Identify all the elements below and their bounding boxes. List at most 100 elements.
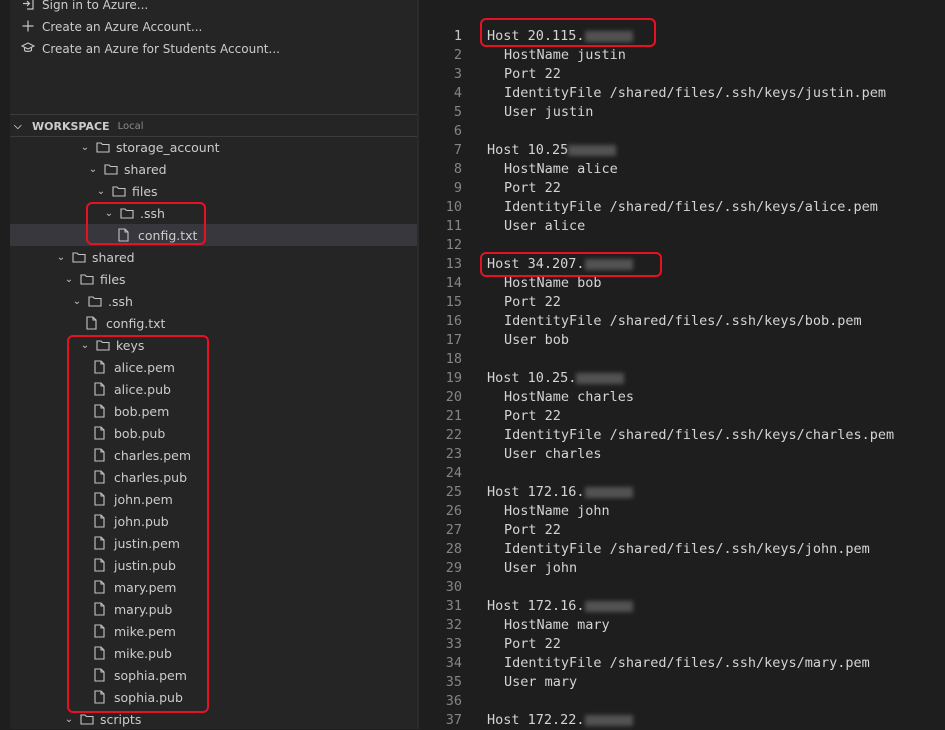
code-line[interactable]: 21 Port 22 [419,407,945,426]
code-line[interactable]: 1 Host 20.115. [419,27,945,46]
code-line[interactable]: 34 IdentityFile /shared/files/.ssh/keys/m… [419,654,945,673]
code-line[interactable]: 9 Port 22 [419,179,945,198]
tree-folder-shared[interactable]: ⌄ shared [10,158,417,180]
chevron-down-icon[interactable]: ⌄ [70,296,84,307]
chevron-down-icon[interactable]: ⌄ [62,274,76,285]
code-line[interactable]: 10 IdentityFile /shared/files/.ssh/keys/a… [419,198,945,217]
code-line[interactable]: 8 HostName alice [419,160,945,179]
sign-in-to-azure-action[interactable]: Sign in to Azure... [20,0,148,15]
tree-file-john-pub[interactable]: john.pub [10,510,417,532]
tree-folder-keys[interactable]: ⌄ keys [10,334,417,356]
tree-file-sophia-pub[interactable]: sophia.pub [10,686,417,708]
tree-folder-ssh[interactable]: ⌄ .ssh [10,202,417,224]
create-azure-account-action[interactable]: Create an Azure Account... [20,17,202,37]
tree-file-sophia-pem[interactable]: sophia.pem [10,664,417,686]
tree-file-bob-pem[interactable]: bob.pem [10,400,417,422]
chevron-down-icon[interactable]: ⌄ [78,340,92,351]
code-line[interactable]: 23 User charles [419,445,945,464]
file-icon [94,404,108,418]
code-line[interactable]: 26 HostName john [419,502,945,521]
code-text: User john [504,559,577,578]
code-line[interactable]: 14 HostName bob [419,274,945,293]
code-text-content: IdentityFile /shared/files/.ssh/keys/joh… [504,541,870,557]
chevron-down-icon[interactable]: ⌄ [78,142,92,153]
code-line[interactable]: 16 IdentityFile /shared/files/.ssh/keys/b… [419,312,945,331]
tree-folder-files[interactable]: ⌄ files [10,180,417,202]
chevron-down-icon[interactable]: ⌄ [62,714,76,725]
tree-folder-storage-account[interactable]: ⌄ storage_account [10,136,417,158]
tree-folder-scripts[interactable]: ⌄ scripts [10,708,417,729]
line-number: 23 [445,446,462,462]
code-line[interactable]: 24 [419,464,945,483]
folder-icon [120,207,134,219]
code-line[interactable]: 20 HostName charles [419,388,945,407]
chevron-down-icon[interactable]: ⌄ [54,252,68,263]
tree-file-mary-pub[interactable]: mary.pub [10,598,417,620]
create-azure-students-account-action[interactable]: Create an Azure for Students Account... [20,39,280,59]
file-icon [94,690,108,704]
code-line[interactable]: 33 Port 22 [419,635,945,654]
tree-file-justin-pem[interactable]: justin.pem [10,532,417,554]
create-students-account-label: Create an Azure for Students Account... [42,42,280,56]
code-line[interactable]: 29 User john [419,559,945,578]
code-line[interactable]: 4 IdentityFile /shared/files/.ssh/keys/ju… [419,84,945,103]
tree-file-config-txt[interactable]: config.txt [10,224,417,246]
code-line[interactable]: 28 IdentityFile /shared/files/.ssh/keys/j… [419,540,945,559]
tree-file-bob-pub[interactable]: bob.pub [10,422,417,444]
tree-folder-ssh[interactable]: ⌄ .ssh [10,290,417,312]
code-text: IdentityFile /shared/files/.ssh/keys/cha… [504,426,894,445]
code-line[interactable]: 2 HostName justin [419,46,945,65]
code-text: Host 172.22. [487,711,633,730]
code-line[interactable]: 36 [419,692,945,711]
tree-file-charles-pub[interactable]: charles.pub [10,466,417,488]
code-line[interactable]: 22 IdentityFile /shared/files/.ssh/keys/c… [419,426,945,445]
workspace-section-header[interactable]: ⌵ WORKSPACE Local [10,116,417,136]
code-line[interactable]: 12 [419,236,945,255]
tree-file-mike-pub[interactable]: mike.pub [10,642,417,664]
code-line[interactable]: 17 User bob [419,331,945,350]
code-text-content: HostName mary [504,617,610,633]
code-line[interactable]: 6 [419,122,945,141]
code-line[interactable]: 37 Host 172.22. [419,711,945,730]
tree-file-charles-pem[interactable]: charles.pem [10,444,417,466]
editor-pane[interactable]: 1 Host 20.115. 2 HostName justin 3 Port 22 4 Id… [419,0,945,729]
code-line[interactable]: 11 User alice [419,217,945,236]
chevron-down-icon[interactable]: ⌄ [86,164,100,175]
code-line[interactable]: 31 Host 172.16. [419,597,945,616]
code-text-content: IdentityFile /shared/files/.ssh/keys/jus… [504,85,887,101]
redacted-ip-blur [584,486,633,498]
code-text-content: IdentityFile /shared/files/.ssh/keys/cha… [504,427,895,443]
tree-file-config-txt[interactable]: config.txt [10,312,417,334]
code-line[interactable]: 27 Port 22 [419,521,945,540]
tree-file-alice-pub[interactable]: alice.pub [10,378,417,400]
code-line[interactable]: 30 [419,578,945,597]
tree-file-alice-pem[interactable]: alice.pem [10,356,417,378]
code-text: Host 172.16. [487,597,633,616]
code-line[interactable]: 13 Host 34.207. [419,255,945,274]
code-line[interactable]: 5 User justin [419,103,945,122]
tree-item-label: .ssh [140,205,165,221]
tree-file-justin-pub[interactable]: justin.pub [10,554,417,576]
code-text: User mary [504,673,577,692]
chevron-down-icon[interactable]: ⌄ [102,208,116,219]
tree-folder-shared[interactable]: ⌄ shared [10,246,417,268]
code-text-content: Port 22 [504,294,561,310]
code-line[interactable]: 19 Host 10.25. [419,369,945,388]
file-icon [94,492,108,506]
code-line[interactable]: 32 HostName mary [419,616,945,635]
code-line[interactable]: 3 Port 22 [419,65,945,84]
code-line[interactable]: 18 [419,350,945,369]
tree-file-mary-pem[interactable]: mary.pem [10,576,417,598]
code-line[interactable]: 7 Host 10.25 [419,141,945,160]
line-number: 27 [445,522,462,538]
code-text-content: Port 22 [504,636,561,652]
tree-file-john-pem[interactable]: john.pem [10,488,417,510]
tree-folder-files[interactable]: ⌄ files [10,268,417,290]
code-line[interactable]: 35 User mary [419,673,945,692]
code-line[interactable]: 15 Port 22 [419,293,945,312]
file-icon [86,316,100,330]
line-number: 28 [445,541,462,557]
code-line[interactable]: 25 Host 172.16. [419,483,945,502]
chevron-down-icon[interactable]: ⌄ [94,186,108,197]
tree-file-mike-pem[interactable]: mike.pem [10,620,417,642]
